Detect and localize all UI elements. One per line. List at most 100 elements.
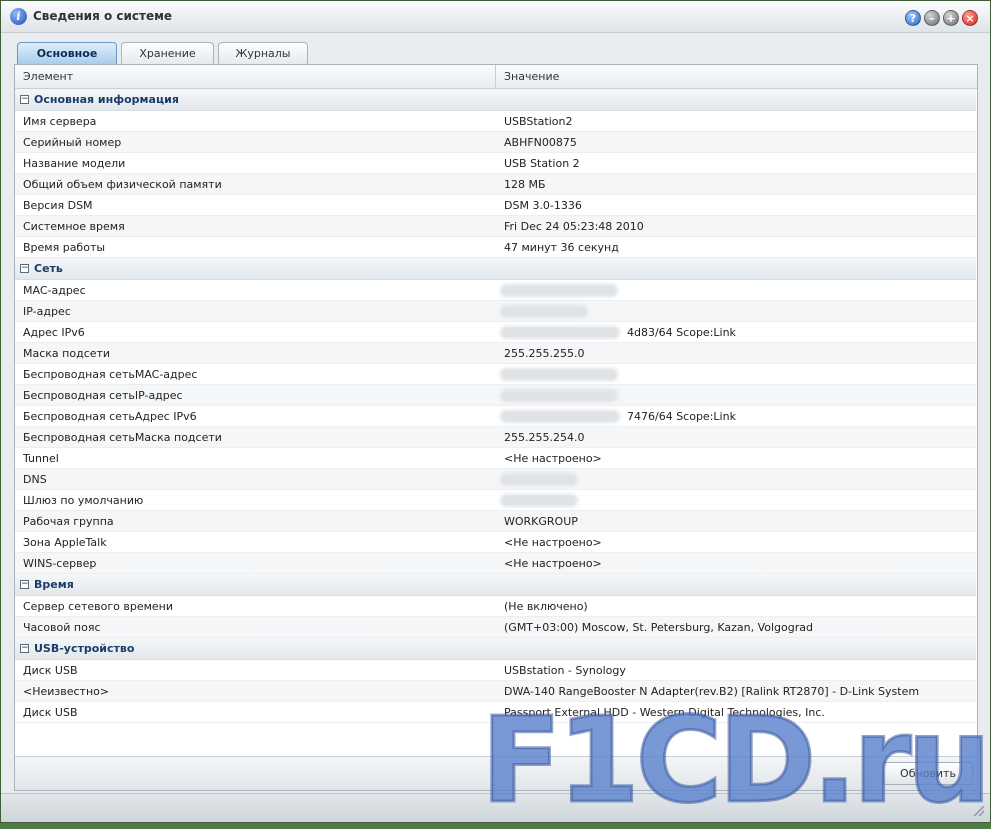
- row-value: USBstation - Synology: [496, 660, 976, 681]
- row-value: [496, 301, 976, 322]
- table-row[interactable]: DNS: [15, 469, 976, 490]
- table-row[interactable]: Беспроводная сетьАдрес IPv6 7476/64 Scope…: [15, 406, 976, 427]
- row-element-name: Адрес IPv6: [23, 325, 85, 339]
- row-value: (Не включено): [496, 596, 976, 617]
- group-header[interactable]: − Основная информация: [15, 89, 976, 111]
- row-element-name: IP-адрес: [23, 304, 71, 318]
- redacted-value-mask: [500, 304, 588, 318]
- table-row[interactable]: Tunnel <Не настроено>: [15, 448, 976, 469]
- table-row[interactable]: Диск USB Passport External HDD - Western …: [15, 702, 976, 723]
- row-element-name: Серийный номер: [23, 135, 122, 149]
- row-value-text: 255.255.255.0: [504, 346, 585, 360]
- maximize-icon[interactable]: +: [943, 10, 959, 26]
- row-value: [496, 280, 976, 301]
- table-row[interactable]: Зона AppleTalk <Не настроено>: [15, 532, 976, 553]
- row-value: DWA-140 RangeBooster N Adapter(rev.B2) […: [496, 681, 976, 702]
- row-value-text: Passport External HDD - Western Digital …: [504, 705, 825, 719]
- row-value-text: 255.255.254.0: [504, 430, 585, 444]
- redacted-value-mask: [500, 367, 618, 381]
- refresh-button[interactable]: Обновить: [883, 762, 973, 785]
- collapse-icon[interactable]: −: [20, 644, 29, 653]
- table-row[interactable]: Системное время Fri Dec 24 05:23:48 2010: [15, 216, 976, 237]
- redacted-value-mask: [500, 409, 620, 423]
- close-icon[interactable]: ×: [962, 10, 978, 26]
- row-value: USB Station 2: [496, 153, 976, 174]
- row-element-name: Общий объем физической памяти: [23, 177, 222, 191]
- group-label: USB-устройство: [34, 642, 135, 655]
- table-row[interactable]: Имя сервера USBStation2: [15, 111, 976, 132]
- row-element-name: Версия DSM: [23, 198, 93, 212]
- row-element-name: MAC-адрес: [23, 283, 86, 297]
- tab-general[interactable]: Основное: [17, 42, 117, 64]
- grid-body: − Основная информация Имя сервера USBStatio…: [15, 89, 977, 757]
- table-row[interactable]: <Неизвестно> DWA-140 RangeBooster N Adapt…: [15, 681, 976, 702]
- collapse-icon[interactable]: −: [20, 95, 29, 104]
- row-element-name: Tunnel: [23, 451, 59, 465]
- column-header-element[interactable]: Элемент: [15, 65, 496, 88]
- row-value: 47 минут 36 секунд: [496, 237, 976, 258]
- group-header[interactable]: − Сеть: [15, 258, 976, 280]
- table-row[interactable]: Адрес IPv6 4d83/64 Scope:Link: [15, 322, 976, 343]
- help-icon[interactable]: ?: [905, 10, 921, 26]
- resize-grip-icon[interactable]: [974, 806, 984, 816]
- table-row[interactable]: MAC-адрес: [15, 280, 976, 301]
- row-value-text: WORKGROUP: [504, 514, 578, 528]
- table-row[interactable]: Беспроводная сетьMAC-адрес: [15, 364, 976, 385]
- row-element-name: Маска подсети: [23, 346, 111, 360]
- table-row[interactable]: Версия DSM DSM 3.0-1336: [15, 195, 976, 216]
- row-value: [496, 490, 976, 511]
- row-element-name: DNS: [23, 472, 47, 486]
- table-row[interactable]: Название модели USB Station 2: [15, 153, 976, 174]
- row-value: [496, 364, 976, 385]
- row-element-name: Беспроводная сетьМаска подсети: [23, 430, 222, 444]
- tab-logs[interactable]: Журналы: [218, 42, 308, 64]
- row-value: USBStation2: [496, 111, 976, 132]
- table-row[interactable]: Рабочая группа WORKGROUP: [15, 511, 976, 532]
- row-value-text: (GMT+03:00) Moscow, St. Petersburg, Kaza…: [504, 620, 813, 634]
- tab-strip: Основное Хранение Журналы: [17, 42, 308, 64]
- table-row[interactable]: Беспроводная сетьIP-адрес: [15, 385, 976, 406]
- row-value-text: (Не включено): [504, 599, 588, 613]
- row-element-name: Беспроводная сетьMAC-адрес: [23, 367, 198, 381]
- row-value-text: <Не настроено>: [504, 451, 602, 465]
- row-element-name: Диск USB: [23, 663, 78, 677]
- table-row[interactable]: Серийный номер ABHFN00875: [15, 132, 976, 153]
- column-header-value[interactable]: Значение: [496, 65, 977, 88]
- row-element-name: Сервер сетевого времени: [23, 599, 174, 613]
- table-row[interactable]: Шлюз по умолчанию: [15, 490, 976, 511]
- table-row[interactable]: Сервер сетевого времени (Не включено): [15, 596, 976, 617]
- row-value-text: 128 МБ: [504, 177, 546, 191]
- table-row[interactable]: Часовой пояс (GMT+03:00) Moscow, St. Pete…: [15, 617, 976, 638]
- row-value: 4d83/64 Scope:Link: [496, 322, 976, 343]
- row-element-name: Системное время: [23, 219, 125, 233]
- row-value: 7476/64 Scope:Link: [496, 406, 976, 427]
- table-row[interactable]: Диск USB USBstation - Synology: [15, 660, 976, 681]
- table-row[interactable]: Беспроводная сетьМаска подсети 255.255.25…: [15, 427, 976, 448]
- minimize-icon[interactable]: –: [924, 10, 940, 26]
- window-controls: ? – + ×: [905, 10, 978, 26]
- table-row[interactable]: Маска подсети 255.255.255.0: [15, 343, 976, 364]
- group-label: Сеть: [34, 262, 63, 275]
- row-value-text: 47 минут 36 секунд: [504, 240, 619, 254]
- collapse-icon[interactable]: −: [20, 264, 29, 273]
- group-header[interactable]: − USB-устройство: [15, 638, 976, 660]
- tab-storage[interactable]: Хранение: [121, 42, 214, 64]
- info-icon: i: [10, 8, 27, 25]
- table-row[interactable]: Общий объем физической памяти 128 МБ: [15, 174, 976, 195]
- group-label: Основная информация: [34, 93, 179, 106]
- row-value-text: ABHFN00875: [504, 135, 577, 149]
- collapse-icon[interactable]: −: [20, 580, 29, 589]
- row-value-text: Fri Dec 24 05:23:48 2010: [504, 219, 644, 233]
- window-title: Сведения о системе: [33, 9, 173, 23]
- row-value: 128 МБ: [496, 174, 976, 195]
- title-bar[interactable]: i Сведения о системе ? – + ×: [1, 1, 990, 33]
- table-row[interactable]: WINS-сервер <Не настроено>: [15, 553, 976, 574]
- group-label: Время: [34, 578, 74, 591]
- row-element-name: Зона AppleTalk: [23, 535, 107, 549]
- table-row[interactable]: Время работы 47 минут 36 секунд: [15, 237, 976, 258]
- group-header[interactable]: − Время: [15, 574, 976, 596]
- row-value-text: DSM 3.0-1336: [504, 198, 582, 212]
- row-value-text: 7476/64 Scope:Link: [627, 409, 736, 423]
- table-row[interactable]: IP-адрес: [15, 301, 976, 322]
- row-element-name: WINS-сервер: [23, 556, 97, 570]
